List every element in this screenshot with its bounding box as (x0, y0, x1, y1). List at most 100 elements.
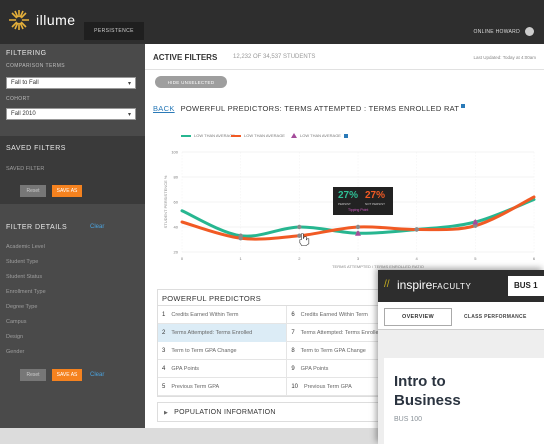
reset-details-button[interactable]: Reset (20, 369, 46, 381)
filter-detail-item[interactable]: Degree Type (6, 304, 37, 310)
filter-detail-item[interactable]: Gender (6, 349, 24, 355)
predictor-rank: 6 (291, 312, 295, 318)
predictor-label: Term to Term GPA Change (171, 348, 237, 354)
x-tick-label: 3 (357, 256, 360, 261)
population-information-label: POPULATION INFORMATION (174, 409, 276, 416)
predictor-rank: 8 (291, 348, 295, 354)
y-axis-label: STUDENT PERSISTENCE % (163, 175, 168, 228)
overlay-body: Intro to Business BUS 100 (378, 330, 544, 444)
sidebar: FILTERING COMPARISON TERMS Fall to Fall … (0, 44, 145, 428)
overlay-tabs: OVERVIEW CLASS PERFORMANCE (378, 302, 544, 330)
x-axis-label: TERMS ATTEMPTED / TERMS ENROLLED RATIO (332, 264, 424, 269)
top-bar: illume PERSISTENCE ONLINE HOWARD (0, 0, 544, 44)
filter-detail-item[interactable]: Campus (6, 319, 26, 325)
predictor-rank: 10 (291, 384, 298, 390)
filter-detail-item[interactable]: Enrollment Type (6, 289, 46, 295)
predictor-label: Credits Earned Within Term (300, 312, 368, 318)
y-tick-label: 60 (174, 200, 179, 205)
x-tick-label: 6 (533, 256, 536, 261)
saved-filter-placeholder[interactable]: SAVED FILTER (6, 166, 44, 172)
predictor-rank: 4 (162, 366, 166, 372)
predictor-item[interactable]: 1 Credits Earned Within Term (158, 306, 288, 324)
data-point (238, 236, 243, 241)
y-tick-label: 100 (171, 150, 178, 155)
predictor-label: Credits Earned Within Term (171, 312, 239, 318)
brand-name: illume (36, 12, 76, 28)
filter-details-heading: FILTER DETAILS (6, 224, 68, 231)
tooltip-caption: Tipping Point (348, 208, 369, 212)
predictor-label: Previous Term GPA (304, 384, 352, 390)
sunburst-icon (9, 10, 29, 30)
tooltip-value-not-persist: 27% (365, 190, 386, 201)
saved-filters-heading: SAVED FILTERS (6, 145, 66, 152)
predictor-label: Previous Term GPA (171, 384, 220, 390)
clear-link[interactable]: Clear (90, 372, 104, 378)
screen: illume PERSISTENCE ONLINE HOWARD FILTERI… (0, 0, 544, 444)
x-tick-label: 2 (298, 256, 301, 261)
cohort-select[interactable]: Fall 2010 ▾ (6, 108, 136, 120)
filter-detail-item[interactable]: Student Type (6, 259, 38, 265)
chevron-right-icon: ▶ (164, 410, 169, 416)
comparison-terms-label: COMPARISON TERMS (6, 63, 65, 69)
predictor-label: GPA Points (171, 366, 200, 372)
tab-overview[interactable]: OVERVIEW (384, 308, 452, 326)
predictor-rank: 9 (291, 366, 295, 372)
x-tick-label: 0 (181, 256, 184, 261)
cohort-label: COHORT (6, 96, 30, 102)
predictor-rank: 1 (162, 312, 166, 318)
cohort-value: Fall 2010 (11, 111, 36, 117)
inspire-brand-name: inspire (397, 278, 433, 292)
inspire-header: // inspireFACULTY BUS 1 (378, 270, 544, 302)
data-point (297, 224, 302, 230)
predictor-label: Term to Term GPA Change (300, 348, 366, 354)
user-name[interactable]: ONLINE HOWARD (474, 29, 521, 35)
predictor-rank: 7 (291, 330, 295, 336)
tab-class-performance[interactable]: CLASS PERFORMANCE (464, 314, 527, 320)
chart-tooltip: 27% 27% PERSIST NOT PERSIST Tipping Poin… (333, 187, 393, 215)
save-as-details-button[interactable]: SAVE AS (52, 369, 82, 381)
predictor-rank: 2 (162, 330, 166, 336)
inspire-faculty-window: // inspireFACULTY BUS 1 OVERVIEW CLASS P… (378, 270, 544, 444)
comparison-terms-value: Fall to Fall (11, 80, 39, 86)
leaf-logo-icon: // (384, 279, 390, 290)
filtering-heading: FILTERING (6, 50, 47, 57)
data-point (355, 224, 361, 230)
predictor-label: GPA Points (300, 366, 329, 372)
course-code: BUS 100 (394, 416, 423, 423)
predictor-item[interactable]: 3 Term to Term GPA Change (158, 342, 288, 360)
comparison-terms-select[interactable]: Fall to Fall ▾ (6, 77, 136, 89)
chevron-down-icon: ▾ (127, 81, 131, 87)
reset-button[interactable]: Reset (20, 185, 46, 197)
predictor-label: Terms Attempted: Terms Enrolled (300, 330, 382, 336)
tooltip-label-persist: PERSIST (338, 202, 351, 206)
data-point (414, 227, 419, 232)
save-as-button[interactable]: SAVE AS (52, 185, 82, 197)
brand-logo[interactable]: illume (6, 8, 76, 32)
course-tab[interactable]: BUS 1 (508, 276, 544, 296)
data-point (297, 233, 302, 238)
x-tick-label: 4 (416, 256, 419, 261)
x-tick-label: 1 (240, 256, 243, 261)
inspire-brand-sub: FACULTY (432, 282, 472, 291)
inspire-brand: inspireFACULTY (397, 278, 471, 292)
user-settings-icon[interactable] (525, 27, 534, 36)
tooltip-value-persist: 27% (338, 190, 359, 201)
filter-detail-item[interactable]: Design (6, 334, 23, 340)
predictor-item-selected[interactable]: 2 Terms Attempted: Terms Enrolled (158, 324, 288, 342)
x-tick-label: 5 (474, 256, 477, 261)
predictor-item[interactable]: 4 GPA Points (158, 360, 288, 378)
chevron-down-icon: ▾ (127, 112, 131, 118)
persistence-chart: 100 80 60 40 200 1 2 3 4 5 6 STUDENT PERSISTENCE % T… (163, 150, 536, 270)
nav-persistence[interactable]: PERSISTENCE (84, 22, 144, 40)
predictor-rank: 3 (162, 348, 166, 354)
course-title: Intro to Business (394, 373, 461, 409)
y-tick-label: 80 (174, 175, 179, 180)
filter-detail-item[interactable]: Academic Level (6, 244, 45, 250)
predictor-rank: 5 (162, 384, 166, 390)
clear-details-link[interactable]: Clear (90, 224, 104, 230)
course-card[interactable]: Intro to Business BUS 100 (384, 358, 544, 444)
filter-detail-item[interactable]: Student Status (6, 274, 42, 280)
predictor-item[interactable]: 5 Previous Term GPA (158, 378, 288, 396)
y-tick-label: 20 (174, 250, 179, 255)
predictor-label: Terms Attempted: Terms Enrolled (171, 330, 253, 336)
